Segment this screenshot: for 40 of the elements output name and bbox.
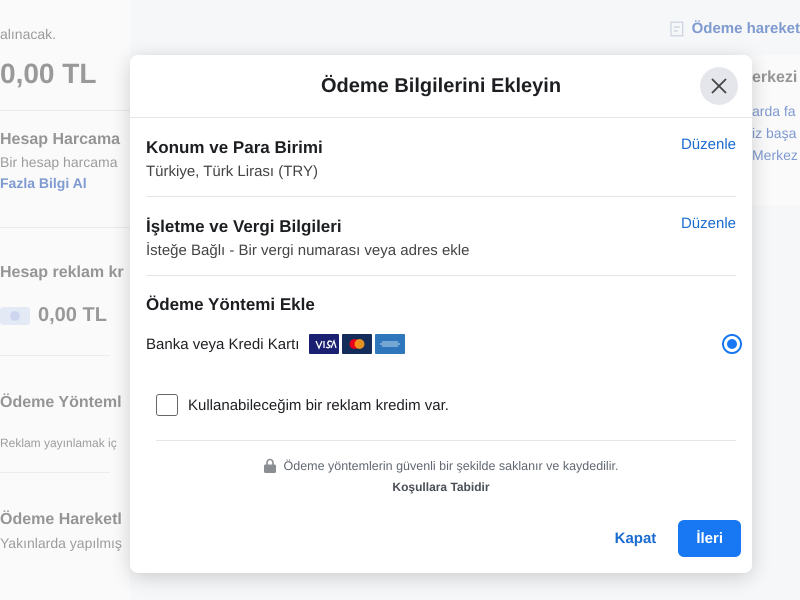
- section-text: Yakınlarda yapılmış: [0, 535, 123, 551]
- security-note: Ödeme yöntemlerin güvenli bir şekilde saklanır ve kaydedilir.: [284, 458, 618, 472]
- section-value: İsteğe Bağlı - Bir vergi numarası veya adres ekle: [146, 242, 470, 259]
- edit-link[interactable]: Düzenle: [680, 136, 736, 153]
- lock-icon: [264, 458, 276, 473]
- section-title: Hesap reklam kr: [0, 264, 124, 282]
- help-link[interactable]: Merkez: [752, 147, 800, 163]
- section-title: İşletme ve Vergi Bilgileri: [146, 217, 343, 237]
- section-title: Ödeme Hareketl: [0, 511, 123, 529]
- payment-activity-link[interactable]: Ödeme hareket: [692, 20, 800, 37]
- help-link[interactable]: iz başa: [752, 125, 800, 141]
- edit-link[interactable]: Düzenle: [680, 215, 736, 232]
- document-icon: [670, 20, 684, 36]
- section-text: Reklam yayınlamak iç: [0, 436, 118, 450]
- close-button[interactable]: [700, 67, 738, 105]
- section-title: Hesap Harcama: [0, 131, 122, 149]
- credit-amount: 0,00 TL: [38, 304, 107, 327]
- card-logo-icon: [309, 334, 340, 354]
- card-logo-icon: [375, 334, 406, 354]
- checkbox[interactable]: [156, 394, 178, 416]
- section-title: Konum ve Para Birimi: [146, 138, 323, 158]
- credit-icon: [0, 306, 30, 324]
- section-title: Ödeme Yöntemi Ekle: [146, 295, 316, 315]
- balance-amount: 0,00 TL: [0, 58, 96, 90]
- note-text: alınacak.: [0, 26, 56, 42]
- section-value: Türkiye, Türk Lirası (TRY): [146, 163, 319, 180]
- help-link[interactable]: arda fa: [752, 103, 800, 119]
- section-text: Bir hesap harcama: [0, 154, 119, 170]
- checkbox-label: Kullanabileceğim bir reklam kredim var.: [188, 396, 449, 414]
- terms-link[interactable]: Koşullara Tabidir: [392, 480, 490, 494]
- card-logo-icon: [342, 334, 372, 354]
- close-icon: [711, 78, 727, 94]
- radio-button[interactable]: [722, 334, 742, 354]
- learn-more-link[interactable]: Fazla Bilgi Al: [0, 175, 130, 191]
- next-button[interactable]: İleri: [678, 520, 741, 557]
- close-dialog-button[interactable]: Kapat: [614, 522, 656, 555]
- section-title: Ödeme Yönteml: [0, 394, 123, 412]
- dialog-title: Ödeme Bilgilerini Ekleyin: [320, 74, 562, 98]
- help-center-title: erkezi: [752, 69, 798, 88]
- option-label: Banka veya Kredi Kartı: [146, 336, 300, 352]
